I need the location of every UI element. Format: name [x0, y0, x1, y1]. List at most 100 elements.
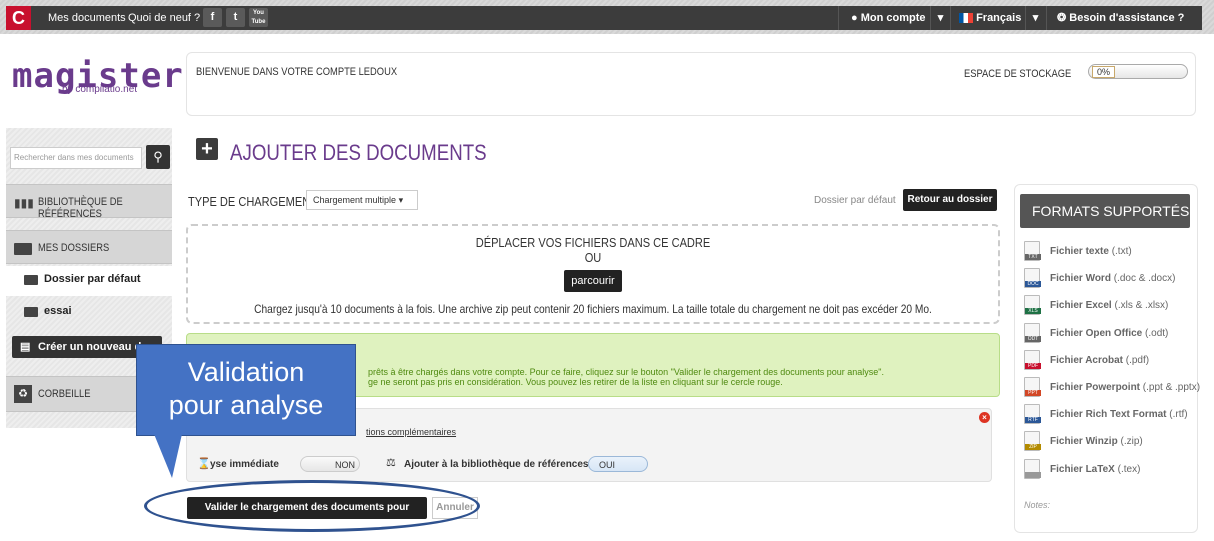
file-type-tag: ODT — [1025, 335, 1041, 342]
format-name: Fichier Acrobat — [1050, 354, 1123, 366]
language-dropdown[interactable]: ▾ — [1025, 6, 1045, 30]
format-label: Fichier Winzip (.zip) — [1050, 436, 1143, 447]
format-name: Fichier Word — [1050, 273, 1111, 285]
sidebar-item-folders[interactable]: Mes dossiers — [6, 230, 172, 264]
language-label: Français — [976, 12, 1022, 24]
account-dropdown[interactable]: ▾ — [930, 6, 950, 30]
file-type-tag: PPT — [1025, 390, 1041, 396]
format-label: Fichier Powerpoint (.ppt & .pptx) — [1050, 382, 1200, 393]
account-label: Mon compte — [860, 12, 926, 24]
file-type-tag: PDF — [1025, 362, 1041, 369]
format-extension: (.pdf) — [1125, 354, 1150, 366]
search-input[interactable]: Rechercher dans mes documents — [10, 147, 142, 169]
format-name: Fichier Rich Text Format — [1050, 409, 1167, 421]
analysis-label: yse immédiate — [210, 459, 279, 470]
file-type-tag: TXT — [1025, 254, 1041, 260]
upload-type-value: Chargement multiple — [313, 195, 397, 205]
upload-type-select[interactable]: Chargement multiple ▾ — [306, 190, 418, 210]
folder-label: Dossier par défaut — [44, 273, 141, 285]
caret-down-icon: ▾ — [937, 12, 944, 24]
format-label: Fichier texte (.txt) — [1050, 246, 1132, 257]
folders-label: Mes dossiers — [38, 242, 110, 254]
magister-logo-sub: by compilatio.net — [62, 84, 138, 95]
lifebuoy-icon: ❂ — [1057, 12, 1067, 24]
sidebar-item-library[interactable]: ▮▮▮ Bibliothèque de références — [6, 184, 172, 220]
format-label: Fichier Acrobat (.pdf) — [1050, 355, 1149, 366]
account-button[interactable]: ● Mon compte — [838, 6, 934, 30]
annotation-callout-tail — [154, 434, 182, 478]
language-button[interactable]: Français — [950, 6, 1028, 30]
supported-formats-title-text: FORMATS SUPPORTÉS — [1032, 203, 1190, 219]
search-icon: ⚲ — [153, 149, 163, 164]
hourglass-icon: ⌛ — [197, 458, 211, 470]
callout-line-2: pour analyse — [168, 390, 324, 420]
format-item: DOC Fichier Word (.doc & .docx) — [1024, 268, 1194, 290]
file-type-icon: DOC — [1024, 268, 1041, 289]
nav-mes-documents[interactable]: Mes documents — [48, 12, 126, 24]
format-label: Fichier Rich Text Format (.rtf) — [1050, 409, 1188, 420]
page-title: AJOUTER DES DOCUMENTS — [230, 140, 487, 165]
remove-file-icon[interactable]: × — [979, 412, 990, 423]
file-type-tag: RTF — [1025, 417, 1041, 424]
file-type-tag: XLS — [1025, 308, 1041, 315]
caret-down-icon: ▾ — [398, 195, 404, 205]
format-label: Fichier Word (.doc & .docx) — [1050, 273, 1175, 284]
format-extension: (.rtf) — [1169, 409, 1188, 421]
format-item: Fichier LaTeX (.tex) — [1024, 458, 1194, 481]
format-item: ODT Fichier Open Office (.odt) — [1024, 322, 1194, 345]
facebook-icon[interactable]: f — [203, 8, 222, 27]
browse-button[interactable]: parcourir — [564, 270, 622, 292]
library-add-icon: ⚖ — [386, 457, 396, 469]
back-to-folder-button[interactable]: Retour au dossier — [903, 189, 997, 211]
flag-fr-icon — [959, 13, 973, 24]
file-type-icon: XLS — [1024, 295, 1041, 316]
format-item: XLS Fichier Excel (.xls & .xlsx) — [1024, 295, 1194, 317]
caret-down-icon: ▾ — [1032, 12, 1039, 24]
library-add-toggle[interactable]: OUI — [588, 456, 648, 472]
folder-item-default[interactable]: Dossier par défaut — [6, 266, 172, 296]
callout-line-1: Validation — [187, 357, 305, 387]
help-label: Besoin d'assistance ? — [1069, 12, 1185, 24]
analysis-toggle[interactable]: NON — [300, 456, 360, 472]
storage-percent: 0% — [1092, 66, 1116, 78]
format-item: PPT Fichier Powerpoint (.ppt & .pptx) — [1024, 377, 1200, 399]
analysis-toggle-value: NON — [335, 460, 355, 470]
help-button[interactable]: ❂ Besoin d'assistance ? — [1046, 6, 1202, 30]
welcome-text: BIENVENUE DANS VOTRE COMPTE LEDOUX — [196, 66, 398, 78]
welcome-box — [186, 52, 1196, 116]
youtube-icon[interactable]: You Tube — [249, 8, 268, 27]
trash-label: Corbeille — [38, 388, 91, 400]
twitter-icon[interactable]: t — [226, 8, 245, 27]
library-label: Bibliothèque de références — [38, 196, 123, 220]
format-name: Fichier LaTeX — [1050, 463, 1115, 475]
folder-icon — [14, 243, 32, 255]
file-type-icon: RTF — [1024, 404, 1041, 425]
format-extension: (.doc & .docx) — [1113, 273, 1176, 285]
file-type-icon: TXT — [1024, 241, 1041, 261]
add-document-icon: + — [196, 138, 218, 160]
file-type-tag — [1025, 471, 1041, 478]
folder-icon — [24, 307, 38, 317]
file-type-icon: ODT — [1024, 322, 1041, 343]
options-link[interactable]: tions complémentaires — [366, 427, 456, 437]
format-extension: (.tex) — [1117, 463, 1141, 475]
search-button[interactable]: ⚲ — [146, 145, 170, 169]
format-extension: (.txt) — [1111, 246, 1132, 257]
storage-label: ESPACE DE STOCKAGE — [964, 68, 1072, 80]
format-name: Fichier Excel — [1050, 300, 1112, 312]
format-item: TXT Fichier texte (.txt) — [1024, 241, 1194, 263]
format-name: Fichier Open Office — [1050, 327, 1143, 339]
format-label: Fichier Excel (.xls & .xlsx) — [1050, 300, 1168, 311]
nav-quoi-de-neuf[interactable]: Quoi de neuf ? — [128, 12, 200, 24]
notice-line-2: ge ne seront pas pris en considération. … — [368, 377, 783, 387]
library-add-label: Ajouter à la bibliothèque de références … — [404, 459, 598, 470]
format-extension: (.xls & .xlsx) — [1114, 300, 1169, 312]
folder-item-essai[interactable]: essai — [6, 298, 172, 328]
folder-icon — [24, 275, 38, 285]
library-add-toggle-value: OUI — [599, 460, 616, 470]
compilatio-logo[interactable]: C — [6, 6, 31, 30]
format-extension: (.zip) — [1120, 436, 1143, 448]
user-icon: ● — [851, 12, 858, 24]
notes-label: Notes: — [1024, 500, 1051, 510]
format-item: PDF Fichier Acrobat (.pdf) — [1024, 349, 1194, 372]
